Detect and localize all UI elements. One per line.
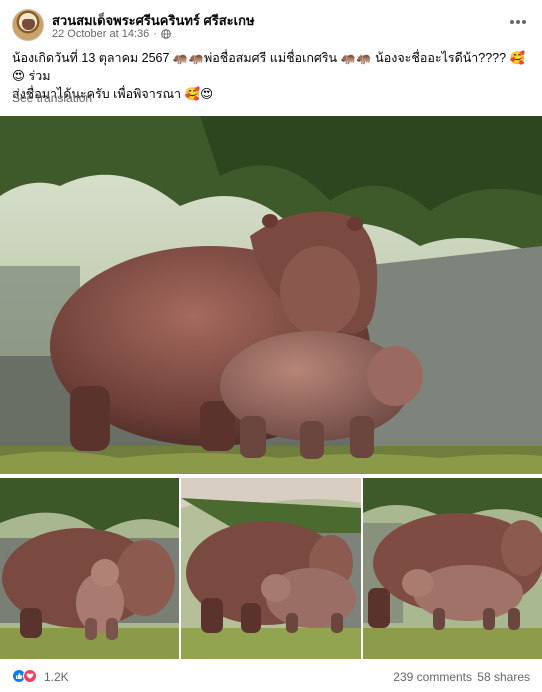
- main-photo[interactable]: [0, 116, 542, 474]
- more-dot-icon: [510, 20, 514, 24]
- more-options-button[interactable]: [506, 12, 530, 32]
- hippo-photo-image: [0, 478, 179, 659]
- post-footer: 1.2K 239 comments 58 shares: [0, 662, 542, 692]
- more-dot-icon: [516, 20, 520, 24]
- reaction-icons[interactable]: [12, 669, 37, 683]
- page-avatar[interactable]: [12, 9, 44, 41]
- post-text-line: น้องเกิดวันที่ 13 ตุลาคม 2567 🦛🦛พ่อชื่อส…: [12, 51, 526, 83]
- more-dot-icon: [522, 20, 526, 24]
- thumbnail-photo-2[interactable]: [181, 478, 361, 659]
- hippo-photo-image: [363, 478, 542, 659]
- comments-count-link[interactable]: 239 comments: [393, 670, 472, 684]
- post-meta: 22 October at 14:36 ·: [52, 28, 171, 40]
- thumbnail-photo-3[interactable]: [363, 478, 542, 659]
- globe-icon: [161, 29, 171, 39]
- hippo-logo-icon: [22, 19, 35, 30]
- see-translation-link[interactable]: See translation: [12, 91, 92, 105]
- post-header: สวนสมเด็จพระศรีนครินทร์ ศรีสะเกษ 22 Octo…: [0, 0, 542, 41]
- love-icon: [23, 669, 37, 683]
- hippo-photo-image: [0, 116, 542, 474]
- thumbnail-photo-1[interactable]: [0, 478, 179, 659]
- post-timestamp[interactable]: 22 October at 14:36: [52, 28, 149, 40]
- hippo-photo-image: [181, 478, 361, 659]
- shares-count-link[interactable]: 58 shares: [477, 670, 530, 684]
- reaction-count[interactable]: 1.2K: [44, 670, 69, 684]
